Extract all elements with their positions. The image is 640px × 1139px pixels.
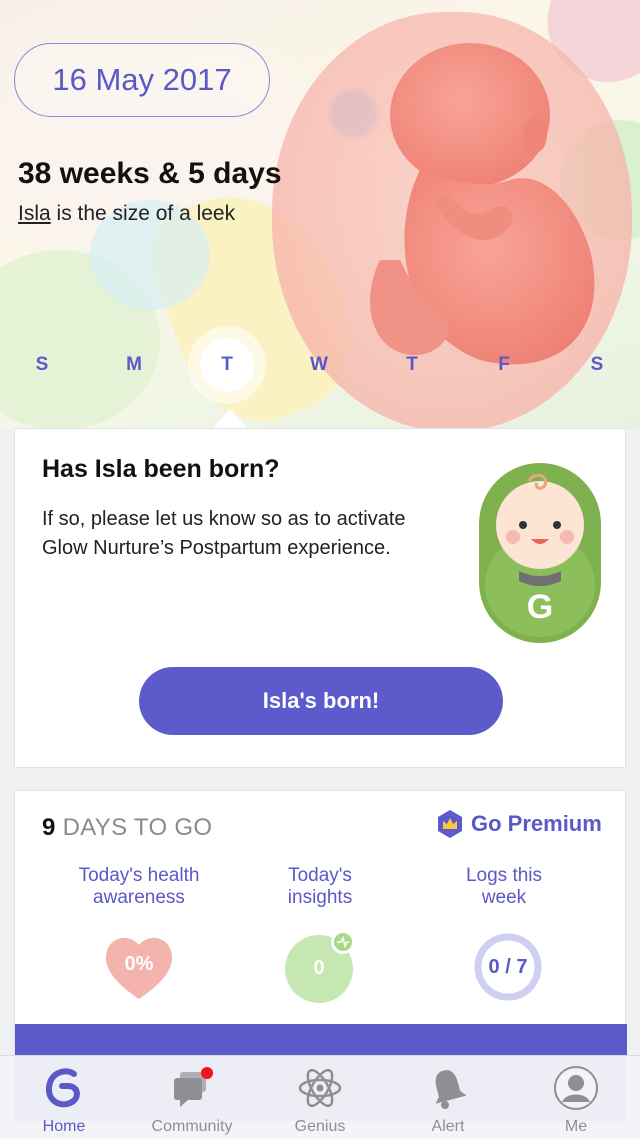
day-sunday[interactable]: S [17,340,67,390]
day-thursday[interactable]: T [387,340,437,390]
tab-me[interactable]: Me [512,1056,640,1139]
tab-label: Me [564,1118,588,1135]
atom-icon [298,1068,342,1108]
week-day-selector: S M T W T F S [0,326,640,404]
day-monday[interactable]: M [109,340,159,390]
health-percent: 0% [124,953,154,975]
glow-logo-icon [46,1068,80,1108]
day-saturday[interactable]: S [572,340,622,390]
logs-progress-ring[interactable]: 0 / 7 [470,929,546,1005]
health-awareness-meter[interactable]: 0% [101,929,177,1005]
bottom-tab-bar: Home Community Genius Alert Me [0,1055,640,1139]
todays-insights-label: Today's insights [287,865,353,908]
baby-born-button[interactable]: Isla's born! [139,667,503,735]
card-description: If so, please let us know so as to activ… [42,508,406,559]
tab-alert[interactable]: Alert [384,1056,512,1139]
tab-label: Community [151,1118,233,1135]
baby-size-text: Isla is the size of a leek [18,202,235,226]
premium-crown-icon [438,810,462,838]
logs-count: 0 / 7 [488,956,528,978]
date-selector[interactable]: 16 May 2017 [14,43,270,117]
tab-label: Home [42,1118,86,1135]
tab-genius[interactable]: Genius [256,1056,384,1139]
day-tuesday-selected[interactable]: T [188,326,266,404]
insights-counter[interactable]: 0 [285,929,361,1005]
chat-bubbles-icon [174,1067,213,1107]
insights-count: 0 [313,957,325,979]
tab-label: Genius [294,1118,346,1135]
tab-home[interactable]: Home [0,1056,128,1139]
day-friday[interactable]: F [479,340,529,390]
fetus-illustration [370,43,595,365]
svg-text:G: G [527,588,553,626]
day-wednesday[interactable]: W [294,340,344,390]
days-to-go-label: 9 DAYS TO GO [42,814,213,841]
health-awareness-label: Today's health awareness [78,865,200,908]
bell-icon [435,1070,467,1109]
logs-this-week-label: Logs this week [465,865,543,908]
card-title: Has Isla been born? [42,455,280,483]
tab-community[interactable]: Community [128,1056,256,1139]
profile-icon [554,1066,598,1110]
baby-name-link[interactable]: Isla [18,202,51,225]
go-premium-button[interactable]: Go Premium [435,809,602,839]
notification-badge [201,1067,213,1079]
card-pointer [212,409,248,429]
date-text: 16 May 2017 [52,62,232,97]
baby-size-description: is the size of a leek [50,202,236,225]
swaddled-baby-illustration: G [479,463,601,643]
days-count: 9 [42,814,56,841]
pregnancy-week-title: 38 weeks & 5 days [18,157,282,190]
baby-born-card: Has Isla been born? If so, please let us… [14,428,626,768]
tab-label: Alert [431,1118,465,1135]
